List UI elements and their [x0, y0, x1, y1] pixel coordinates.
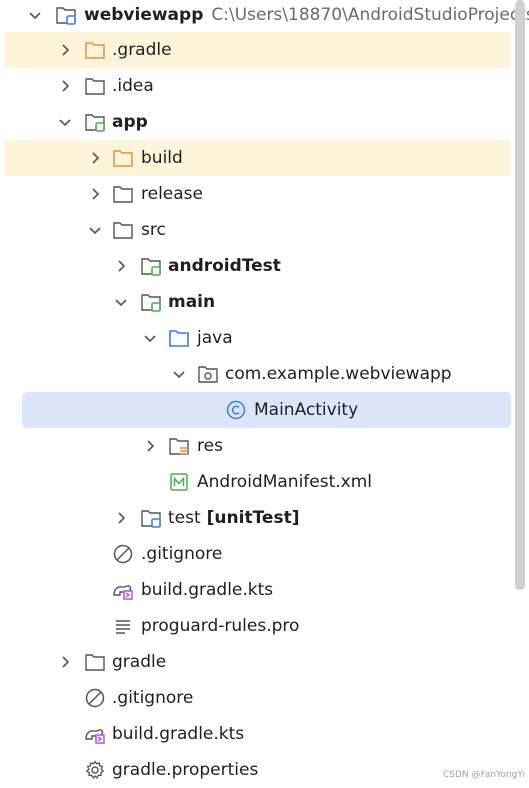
tree-label: AndroidManifest.xml	[197, 472, 373, 492]
tree-label: test [unitTest]	[168, 508, 300, 528]
text-file-icon	[112, 615, 134, 637]
module-folder-icon	[84, 111, 106, 133]
project-name: webviewapp C:\Users\18870\AndroidStudioPr…	[84, 0, 529, 33]
chevron-right-icon[interactable]	[56, 41, 74, 59]
tree-row-build[interactable]: build	[4, 140, 511, 176]
chevron-down-icon[interactable]	[86, 221, 104, 239]
tree-label: gradle.properties	[112, 760, 259, 780]
module-folder-icon	[55, 4, 77, 26]
tree-row-package[interactable]: com.example.webviewapp	[0, 356, 511, 392]
chevron-right-icon[interactable]	[56, 653, 74, 671]
tree-row-src[interactable]: src	[0, 212, 511, 248]
chevron-right-icon[interactable]	[56, 77, 74, 95]
tree-label: .idea	[112, 76, 154, 96]
tree-row-app-build-gradle[interactable]: build.gradle.kts	[0, 572, 511, 608]
resource-folder-icon	[168, 435, 190, 457]
gear-icon	[84, 759, 106, 781]
chevron-down-icon[interactable]	[170, 365, 188, 383]
tree-label: main	[168, 292, 216, 312]
tree-row-manifest[interactable]: AndroidManifest.xml	[0, 464, 511, 500]
folder-icon	[112, 219, 134, 241]
tree-row-proguard[interactable]: proguard-rules.pro	[0, 608, 511, 644]
tree-label: build.gradle.kts	[112, 724, 245, 744]
tree-row-idea[interactable]: .idea	[0, 68, 511, 104]
chevron-down-icon[interactable]	[26, 6, 44, 24]
project-path: C:\Users\18870\AndroidStudioProjects	[211, 5, 529, 25]
tree-label: gradle	[112, 652, 167, 672]
tree-label: .gitignore	[141, 544, 223, 564]
chevron-down-icon[interactable]	[112, 293, 130, 311]
chevron-down-icon[interactable]	[56, 113, 74, 131]
ignore-file-icon	[84, 687, 106, 709]
tree-label: app	[112, 112, 148, 132]
tree-label: build	[141, 148, 183, 168]
tree-label: .gitignore	[112, 688, 194, 708]
gradle-kts-icon	[112, 579, 134, 601]
tree-label: androidTest	[168, 256, 281, 276]
chevron-right-icon[interactable]	[141, 437, 159, 455]
tree-label: src	[141, 220, 166, 240]
tree-row-gradle-dir[interactable]: gradle	[0, 644, 511, 680]
watermark: CSDN @FanYongYi	[443, 770, 525, 780]
tree-row-main-activity[interactable]: MainActivity	[22, 392, 511, 428]
tree-row-root-build-gradle[interactable]: build.gradle.kts	[0, 716, 511, 752]
tree-label: build.gradle.kts	[141, 580, 274, 600]
folder-icon	[84, 651, 106, 673]
tree-label: res	[197, 436, 223, 456]
chevron-right-icon[interactable]	[86, 185, 104, 203]
test-folder-icon	[140, 507, 162, 529]
ignore-file-icon	[112, 543, 134, 565]
chevron-down-icon[interactable]	[141, 329, 159, 347]
source-set-folder-icon	[140, 255, 162, 277]
tree-label: .gradle	[112, 40, 172, 60]
chevron-right-icon[interactable]	[112, 509, 130, 527]
tree-row-java[interactable]: java	[0, 320, 511, 356]
chevron-right-icon[interactable]	[112, 257, 130, 275]
vertical-scrollbar[interactable]	[515, 0, 525, 590]
class-icon	[225, 399, 247, 421]
tree-label: com.example.webviewapp	[225, 364, 452, 384]
chevron-right-icon[interactable]	[86, 149, 104, 167]
package-icon	[197, 363, 219, 385]
tree-row-release[interactable]: release	[0, 176, 511, 212]
tree-row-webviewapp[interactable]: webviewapp C:\Users\18870\AndroidStudioPr…	[0, 0, 529, 33]
project-tree: webviewapp C:\Users\18870\AndroidStudioPr…	[0, 0, 529, 784]
tree-row-res[interactable]: res	[0, 428, 511, 464]
folder-icon	[84, 75, 106, 97]
gradle-kts-icon	[84, 723, 106, 745]
test-suffix: [unitTest]	[206, 508, 300, 528]
excluded-folder-icon	[84, 39, 106, 61]
tree-label: MainActivity	[254, 400, 359, 420]
tree-row-test[interactable]: test [unitTest]	[0, 500, 511, 536]
tree-row-gradle-hidden[interactable]: .gradle	[4, 32, 511, 68]
source-root-folder-icon	[168, 327, 190, 349]
source-set-folder-icon	[140, 291, 162, 313]
manifest-icon	[168, 471, 190, 493]
tree-row-gradle-properties[interactable]: gradle.properties	[0, 752, 511, 788]
tree-row-app-gitignore[interactable]: .gitignore	[0, 536, 511, 572]
tree-row-main[interactable]: main	[0, 284, 511, 320]
tree-label: java	[197, 328, 233, 348]
folder-icon	[112, 183, 134, 205]
tree-row-app[interactable]: app	[0, 104, 511, 140]
tree-label: release	[141, 184, 203, 204]
excluded-folder-icon	[112, 147, 134, 169]
tree-label: proguard-rules.pro	[141, 616, 300, 636]
tree-row-android-test[interactable]: androidTest	[0, 248, 511, 284]
tree-row-root-gitignore[interactable]: .gitignore	[0, 680, 511, 716]
